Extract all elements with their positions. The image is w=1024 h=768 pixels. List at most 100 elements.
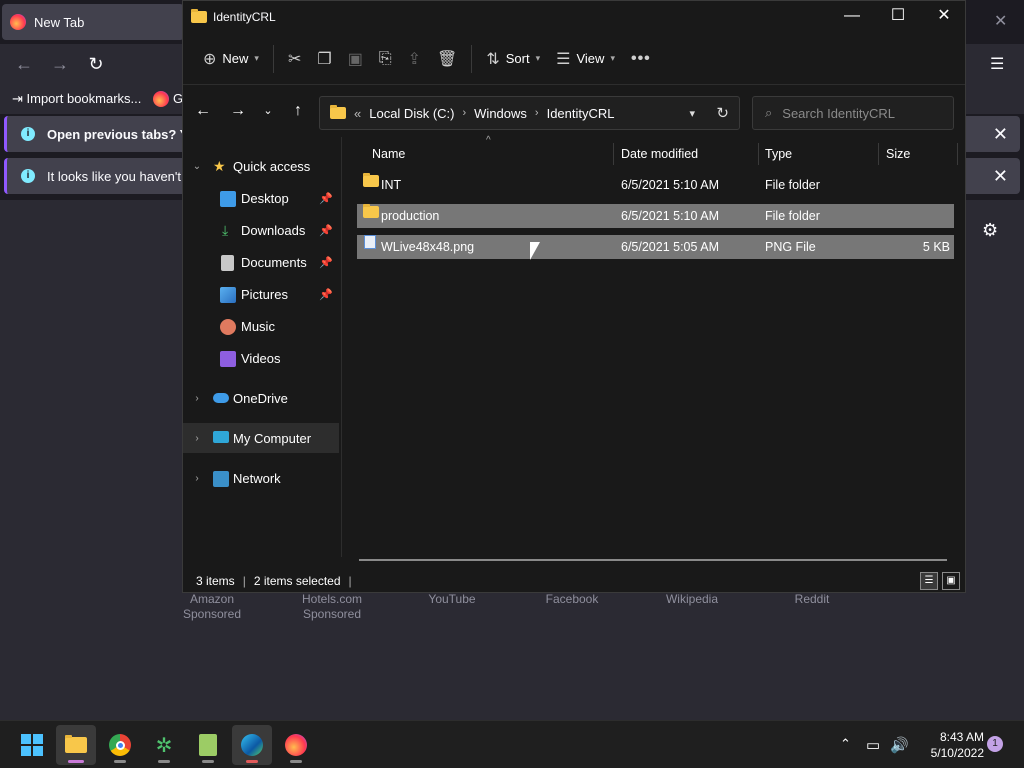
nav-quick-access[interactable]: ⌄ ★ Quick access xyxy=(183,151,339,181)
cut-button[interactable]: ✂ xyxy=(280,41,309,77)
breadcrumb-windows[interactable]: Windows xyxy=(474,106,527,121)
up-button[interactable]: ↑ xyxy=(286,99,310,123)
chevron-down-icon[interactable]: ⌄ xyxy=(191,161,203,172)
tiles-view-toggle[interactable]: ▣ xyxy=(942,572,960,590)
bookmark-import[interactable]: ⇥ Import bookmarks... xyxy=(12,91,141,107)
close-button[interactable]: ✕ xyxy=(921,1,967,33)
share-button[interactable]: ⇪ xyxy=(400,41,429,77)
back-icon[interactable]: ← xyxy=(12,52,36,76)
folder-icon xyxy=(330,105,346,119)
forward-icon[interactable]: → xyxy=(48,52,72,76)
copy-icon: ❐ xyxy=(317,50,332,68)
pin-icon[interactable]: 📌 xyxy=(319,256,333,269)
menu-icon[interactable]: ☰ xyxy=(990,54,1004,74)
copy-button[interactable]: ❐ xyxy=(309,41,339,77)
close-icon[interactable]: ✕ xyxy=(993,124,1008,145)
nav-music[interactable]: Music xyxy=(183,311,339,341)
chevron-right-icon[interactable]: › xyxy=(191,473,203,484)
clock[interactable]: 8:43 AM 5/10/2022 xyxy=(912,729,984,761)
file-type: File folder xyxy=(765,209,820,223)
pane-splitter[interactable] xyxy=(341,137,342,557)
reload-icon[interactable]: ↻ xyxy=(84,52,108,76)
paste-button[interactable]: ▣ xyxy=(340,41,371,77)
shortcut-amazon[interactable]: Amazon Sponsored xyxy=(162,592,262,622)
taskbar-firefox[interactable] xyxy=(276,725,316,765)
pin-icon[interactable]: 📌 xyxy=(319,288,333,301)
taskbar-chrome[interactable] xyxy=(100,725,140,765)
file-row-int[interactable]: INT 6/5/2021 5:10 AM File folder xyxy=(357,173,954,197)
chevron-right-icon[interactable]: › xyxy=(535,107,539,119)
more-button[interactable]: ••• xyxy=(623,41,659,77)
share-icon: ⇪ xyxy=(407,50,422,68)
column-size[interactable]: Size xyxy=(878,139,910,169)
taskbar-edge[interactable] xyxy=(232,725,272,765)
start-button[interactable] xyxy=(12,725,52,765)
shortcut-hotels[interactable]: Hotels.com Sponsored xyxy=(282,592,382,622)
chevron-up-icon[interactable]: ⌃ xyxy=(840,736,851,752)
close-icon[interactable]: ✕ xyxy=(993,166,1008,187)
taskbar-app-green[interactable]: ✲ xyxy=(144,725,184,765)
breadcrumb-identitycrl[interactable]: IdentityCRL xyxy=(547,106,615,121)
running-indicator xyxy=(290,760,302,763)
chevron-right-icon[interactable]: › xyxy=(191,393,203,404)
nav-my-computer[interactable]: › My Computer xyxy=(183,423,339,453)
nav-onedrive[interactable]: › OneDrive xyxy=(183,383,339,413)
volume-icon[interactable]: 🔊 xyxy=(890,736,909,754)
taskbar-file-explorer[interactable] xyxy=(56,725,96,765)
new-button[interactable]: ⊕ New ▾ xyxy=(195,41,267,77)
nav-network[interactable]: › Network xyxy=(183,463,339,493)
taskbar-notepad-plus[interactable] xyxy=(188,725,228,765)
column-divider[interactable] xyxy=(957,143,958,165)
gear-icon[interactable]: ⚙ xyxy=(982,220,998,241)
document-icon xyxy=(221,255,234,271)
nav-downloads[interactable]: ⤓ Downloads 📌 xyxy=(183,215,339,245)
divider xyxy=(471,44,473,73)
forward-button[interactable]: → xyxy=(226,99,250,123)
refresh-icon[interactable]: ↻ xyxy=(716,104,729,122)
star-icon: ★ xyxy=(213,157,226,174)
file-row-production[interactable]: production 6/5/2021 5:10 AM File folder xyxy=(357,204,954,228)
nav-documents[interactable]: Documents 📌 xyxy=(183,247,339,277)
shortcut-reddit[interactable]: Reddit xyxy=(762,592,862,607)
details-view-toggle[interactable]: ☰ xyxy=(920,572,938,590)
column-type[interactable]: Type xyxy=(757,139,792,169)
delete-button[interactable]: 🗑 xyxy=(429,41,465,77)
nav-pictures[interactable]: Pictures 📌 xyxy=(183,279,339,309)
paste-icon: ▣ xyxy=(347,50,363,68)
column-date-modified[interactable]: Date modified xyxy=(613,139,698,169)
app-icon: ✲ xyxy=(155,734,173,757)
search-input[interactable]: ⌕ Search IdentityCRL xyxy=(752,96,954,130)
close-icon[interactable]: ✕ xyxy=(994,11,1007,31)
network-icon[interactable]: ▭ xyxy=(866,736,880,754)
address-bar[interactable]: « Local Disk (C:) › Windows › IdentityCR… xyxy=(319,96,740,130)
trash-icon: 🗑 xyxy=(437,50,458,68)
nav-videos[interactable]: Videos xyxy=(183,343,339,373)
back-button[interactable]: ← xyxy=(191,99,215,123)
search-icon: ⌕ xyxy=(765,105,773,120)
pin-icon[interactable]: 📌 xyxy=(319,192,333,205)
horizontal-scrollbar[interactable] xyxy=(359,559,947,561)
chevron-down-icon[interactable]: ▾ xyxy=(689,107,695,120)
recent-locations-button[interactable]: ⌄ xyxy=(256,99,280,123)
navigation-pane: ⌄ ★ Quick access Desktop 📌 ⤓ Downloads 📌… xyxy=(183,137,341,557)
shortcut-youtube[interactable]: YouTube xyxy=(402,592,502,607)
chevron-right-icon[interactable]: › xyxy=(191,433,203,444)
minimize-button[interactable]: — xyxy=(829,1,875,33)
rename-button[interactable]: ⎘ xyxy=(371,41,400,77)
pin-icon[interactable]: 📌 xyxy=(319,224,333,237)
nav-desktop[interactable]: Desktop 📌 xyxy=(183,183,339,213)
column-name[interactable]: Name xyxy=(364,139,405,169)
notepad-icon xyxy=(199,734,217,756)
maximize-button[interactable]: ☐ xyxy=(875,1,921,33)
breadcrumb-overflow[interactable]: « xyxy=(354,106,361,121)
sort-button[interactable]: ⇅ Sort ▾ xyxy=(478,41,548,77)
shortcut-wikipedia[interactable]: Wikipedia xyxy=(642,592,742,607)
shortcut-facebook[interactable]: Facebook xyxy=(522,592,622,607)
breadcrumb-local-disk[interactable]: Local Disk (C:) xyxy=(369,106,454,121)
file-row-wlive-png[interactable]: WLive48x48.png 6/5/2021 5:05 AM PNG File… xyxy=(357,235,954,259)
chevron-right-icon[interactable]: › xyxy=(462,107,466,119)
file-explorer-window: IdentityCRL — ☐ ✕ ⊕ New ▾ ✂ ❐ ▣ ⎘ ⇪ 🗑 ⇅ … xyxy=(182,0,966,593)
tab-new-tab[interactable]: New Tab xyxy=(2,4,184,40)
view-button[interactable]: ☰ View ▾ xyxy=(548,41,623,77)
notification-badge[interactable]: 1 xyxy=(987,736,1003,752)
